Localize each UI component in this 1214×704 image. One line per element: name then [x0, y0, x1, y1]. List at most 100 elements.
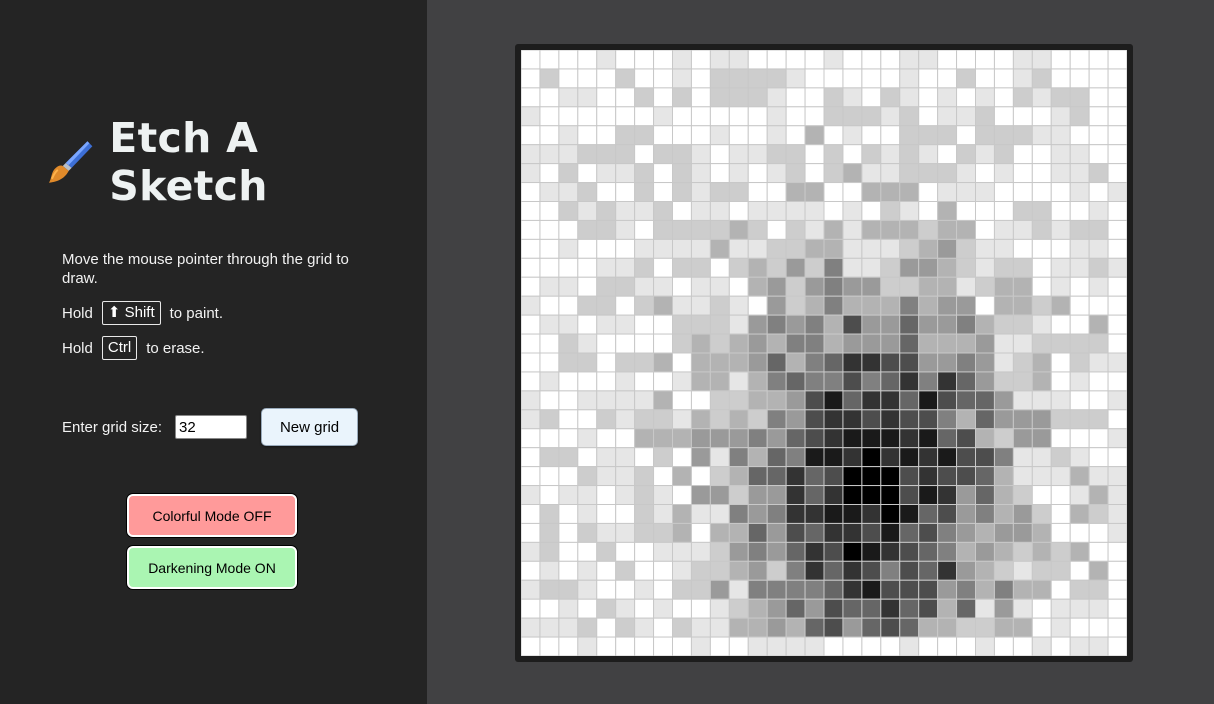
grid-cell[interactable] — [1012, 238, 1033, 259]
grid-cell[interactable] — [918, 579, 939, 600]
grid-cell[interactable] — [880, 636, 901, 656]
grid-cell[interactable] — [899, 560, 920, 581]
grid-cell[interactable] — [653, 50, 673, 70]
grid-cell[interactable] — [956, 219, 976, 240]
grid-cell[interactable] — [918, 125, 939, 146]
grid-cell[interactable] — [690, 68, 711, 89]
grid-cell[interactable] — [861, 352, 882, 373]
grid-cell[interactable] — [861, 50, 882, 70]
grid-cell[interactable] — [728, 163, 749, 184]
grid-cell[interactable] — [539, 541, 560, 562]
grid-cell[interactable] — [709, 68, 730, 89]
grid-cell[interactable] — [993, 182, 1014, 202]
grid-cell[interactable] — [993, 390, 1014, 411]
grid-cell[interactable] — [596, 409, 617, 430]
grid-cell[interactable] — [728, 371, 749, 392]
grid-cell[interactable] — [861, 617, 882, 638]
grid-cell[interactable] — [993, 257, 1014, 278]
grid-cell[interactable] — [539, 617, 560, 638]
grid-cell[interactable] — [766, 219, 787, 240]
grid-cell[interactable] — [842, 163, 863, 184]
grid-cell[interactable] — [861, 68, 882, 89]
grid-cell[interactable] — [823, 182, 844, 202]
grid-cell[interactable] — [1107, 144, 1127, 165]
grid-cell[interactable] — [899, 87, 920, 108]
grid-cell[interactable] — [672, 257, 692, 278]
grid-cell[interactable] — [577, 541, 598, 562]
grid-cell[interactable] — [747, 617, 768, 638]
grid-cell[interactable] — [899, 409, 920, 430]
grid-cell[interactable] — [1069, 466, 1090, 487]
grid-cell[interactable] — [842, 333, 863, 354]
grid-cell[interactable] — [653, 333, 673, 354]
grid-cell[interactable] — [634, 163, 655, 184]
grid-cell[interactable] — [880, 447, 901, 468]
grid-cell[interactable] — [747, 125, 768, 146]
grid-cell[interactable] — [899, 144, 920, 165]
grid-cell[interactable] — [596, 579, 617, 600]
grid-cell[interactable] — [861, 541, 882, 562]
grid-cell[interactable] — [690, 560, 711, 581]
grid-cell[interactable] — [823, 447, 844, 468]
grid-cell[interactable] — [709, 201, 730, 221]
colorful-mode-button[interactable]: Colorful Mode OFF — [127, 494, 297, 537]
grid-cell[interactable] — [709, 371, 730, 392]
grid-cell[interactable] — [785, 522, 806, 543]
grid-cell[interactable] — [956, 560, 976, 581]
grid-cell[interactable] — [653, 144, 673, 165]
grid-cell[interactable] — [747, 428, 768, 449]
grid-cell[interactable] — [709, 276, 730, 297]
grid-cell[interactable] — [615, 106, 636, 127]
grid-cell[interactable] — [766, 541, 787, 562]
grid-cell[interactable] — [728, 238, 749, 259]
grid-cell[interactable] — [615, 409, 636, 430]
grid-cell[interactable] — [1088, 390, 1109, 411]
grid-cell[interactable] — [993, 466, 1014, 487]
grid-cell[interactable] — [728, 636, 749, 656]
grid-cell[interactable] — [615, 504, 636, 524]
grid-cell[interactable] — [1031, 87, 1052, 108]
grid-cell[interactable] — [918, 485, 939, 505]
grid-cell[interactable] — [539, 276, 560, 297]
grid-cell[interactable] — [690, 447, 711, 468]
grid-cell[interactable] — [880, 598, 901, 619]
grid-cell[interactable] — [880, 428, 901, 449]
grid-cell[interactable] — [539, 636, 560, 656]
grid-cell[interactable] — [653, 466, 673, 487]
grid-cell[interactable] — [1069, 560, 1090, 581]
grid-cell[interactable] — [709, 352, 730, 373]
grid-cell[interactable] — [1050, 201, 1071, 221]
grid-cell[interactable] — [615, 333, 636, 354]
grid-cell[interactable] — [1031, 617, 1052, 638]
grid-cell[interactable] — [577, 238, 598, 259]
grid-cell[interactable] — [1031, 125, 1052, 146]
grid-cell[interactable] — [823, 541, 844, 562]
grid-cell[interactable] — [823, 276, 844, 297]
grid-cell[interactable] — [558, 466, 579, 487]
grid-cell[interactable] — [747, 163, 768, 184]
grid-cell[interactable] — [1031, 257, 1052, 278]
grid-cell[interactable] — [1088, 219, 1109, 240]
grid-cell[interactable] — [539, 579, 560, 600]
grid-cell[interactable] — [728, 390, 749, 411]
grid-cell[interactable] — [937, 617, 958, 638]
grid-cell[interactable] — [785, 50, 806, 70]
grid-cell[interactable] — [804, 522, 825, 543]
grid-cell[interactable] — [956, 314, 976, 335]
grid-cell[interactable] — [918, 314, 939, 335]
grid-cell[interactable] — [615, 371, 636, 392]
grid-cell[interactable] — [1012, 447, 1033, 468]
grid-cell[interactable] — [918, 636, 939, 656]
grid-cell[interactable] — [747, 87, 768, 108]
grid-cell[interactable] — [1031, 504, 1052, 524]
grid-cell[interactable] — [899, 295, 920, 316]
grid-cell[interactable] — [615, 219, 636, 240]
grid-cell[interactable] — [539, 598, 560, 619]
grid-cell[interactable] — [1012, 428, 1033, 449]
grid-cell[interactable] — [596, 68, 617, 89]
grid-cell[interactable] — [634, 219, 655, 240]
grid-cell[interactable] — [634, 466, 655, 487]
grid-cell[interactable] — [1012, 106, 1033, 127]
grid-cell[interactable] — [1069, 333, 1090, 354]
grid-cell[interactable] — [861, 522, 882, 543]
